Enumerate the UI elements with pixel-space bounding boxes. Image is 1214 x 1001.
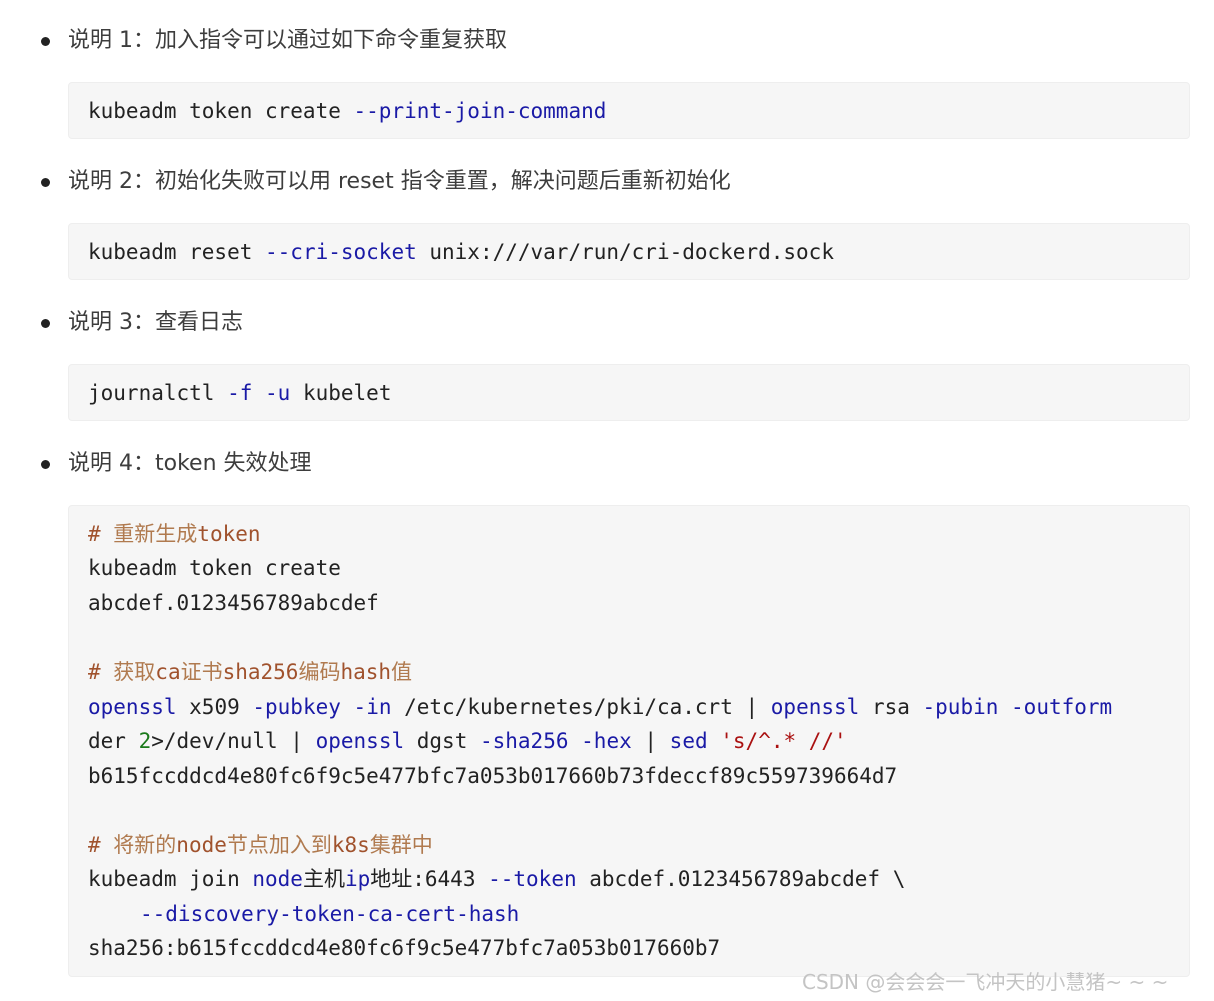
code-line: openssl x509 -pubkey -in /etc/kubernetes… [88,695,1113,719]
code-line: sha256:b615fccddcd4e80fc6f9c5e477bfc7a05… [88,936,721,960]
code-block-4: # 重新生成token kubeadm token create abcdef.… [68,505,1190,977]
code-line: kubeadm reset --cri-socket unix:///var/r… [88,240,834,264]
code-line: kubeadm token create --print-join-comman… [88,99,607,123]
code-block-2: kubeadm reset --cri-socket unix:///var/r… [68,223,1190,280]
code-comment: # 重新生成token [88,522,261,546]
code-comment: # 获取ca证书sha256编码hash值 [88,660,413,684]
bullet [41,460,50,469]
note-3: 说明 3：查看日志 [68,310,243,335]
bullet [41,178,50,187]
bullet [41,319,50,328]
code-line: abcdef.0123456789abcdef [88,591,379,615]
code-line: der 2>/dev/null | openssl dgst -sha256 -… [88,729,847,753]
note-4: 说明 4：token 失效处理 [68,451,312,476]
code-comment: # 将新的node节点加入到k8s集群中 [88,833,433,857]
note-1: 说明 1：加入指令可以通过如下命令重复获取 [68,28,507,53]
code-block-1: kubeadm token create --print-join-comman… [68,82,1190,139]
code-line: kubeadm join node主机ip地址:6443 --token abc… [88,867,906,891]
code-line: b615fccddcd4e80fc6f9c5e477bfc7a053b01766… [88,764,898,788]
code-line: journalctl -f -u kubelet [88,381,392,405]
watermark: CSDN @会会会一飞冲天的小慧猪~ ~ ~ [802,970,1169,994]
code-line: --discovery-token-ca-cert-hash [140,902,520,926]
code-line: kubeadm token create [88,556,341,580]
code-block-3: journalctl -f -u kubelet [68,364,1190,421]
note-2: 说明 2：初始化失败可以用 reset 指令重置，解决问题后重新初始化 [68,169,731,194]
bullet [41,37,50,46]
